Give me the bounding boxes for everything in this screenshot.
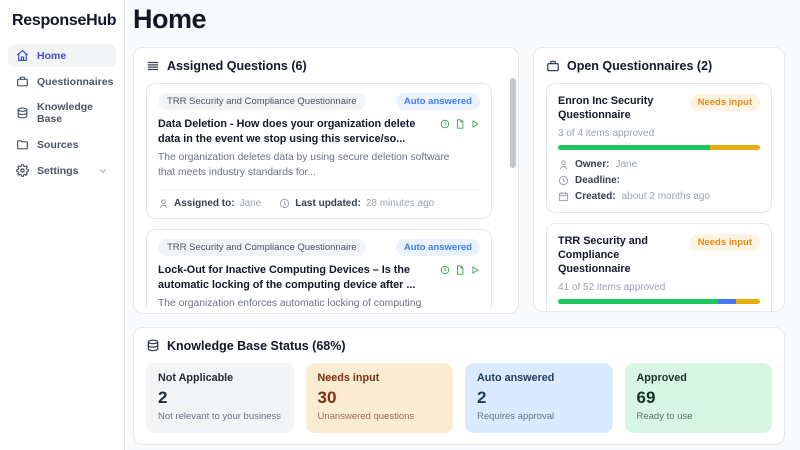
stat-desc: Ready to use [637, 411, 761, 422]
progress-text: 41 of 52 items approved [558, 282, 760, 293]
assigned-to-value: Jane [240, 198, 262, 209]
stat-label: Needs input [318, 372, 442, 384]
assigned-to-label: Assigned to: [174, 198, 235, 209]
question-title: Lock-Out for Inactive Computing Devices … [158, 263, 432, 292]
deadline-label: Deadline: [575, 175, 620, 186]
progress-bar [558, 299, 760, 304]
calendar-icon [558, 191, 569, 202]
stat-not-applicable: Not Applicable 2 Not relevant to your bu… [146, 363, 294, 433]
created-value: about 2 months ago [622, 191, 710, 202]
person-icon [558, 159, 569, 170]
stat-desc: Unanswered questions [318, 411, 442, 422]
sidebar-item-knowledge-base[interactable]: Knowledge Base [8, 96, 116, 130]
assigned-questions-list[interactable]: TRR Security and Compliance Questionnair… [146, 83, 506, 308]
status-badge: Auto answered [396, 239, 480, 256]
progress-segment [558, 145, 710, 150]
sidebar-item-label: Settings [37, 165, 78, 177]
progress-bar [558, 145, 760, 150]
stat-needs-input: Needs input 30 Unanswered questions [306, 363, 454, 433]
stat-value: 69 [637, 388, 761, 408]
home-icon [16, 49, 29, 62]
sidebar-item-label: Knowledge Base [37, 101, 108, 125]
question-card[interactable]: TRR Security and Compliance Questionnair… [146, 229, 492, 308]
questionnaire-tag: TRR Security and Compliance Questionnair… [158, 93, 366, 110]
question-title: Data Deletion - How does your organizati… [158, 117, 432, 146]
status-badge: Needs input [690, 234, 760, 251]
kb-status-card: Knowledge Base Status (68%) Not Applicab… [133, 327, 785, 445]
questionnaire-name: Enron Inc Security Questionnaire [558, 94, 684, 122]
answer-preview: The organization deletes data by using s… [158, 151, 454, 180]
owner-value: Jane [615, 159, 637, 170]
status-badge: Auto answered [396, 93, 480, 110]
assigned-questions-card: Assigned Questions (6) TRR Security and … [133, 47, 519, 314]
question-card[interactable]: TRR Security and Compliance Questionnair… [146, 83, 492, 219]
questionnaire-tag: TRR Security and Compliance Questionnair… [158, 239, 366, 256]
clock-action-icon[interactable] [440, 119, 450, 146]
sidebar-item-label: Sources [37, 139, 78, 151]
kb-status-title: Knowledge Base Status (68%) [167, 339, 346, 353]
sidebar-item-label: Home [37, 50, 66, 62]
owner-label: Owner: [575, 159, 609, 170]
gear-icon [16, 164, 29, 177]
scrollbar-thumb[interactable] [510, 78, 516, 168]
answer-preview: The organization enforces automatic lock… [158, 297, 454, 308]
progress-segment [718, 299, 736, 304]
sidebar-item-questionnaires[interactable]: Questionnaires [8, 70, 116, 93]
sidebar-item-home[interactable]: Home [8, 44, 116, 67]
stat-desc: Requires approval [477, 411, 601, 422]
clock-icon [558, 175, 569, 186]
progress-segment [710, 145, 761, 150]
scrollbar[interactable] [510, 78, 516, 303]
stat-label: Auto answered [477, 372, 601, 384]
page-title: Home [133, 4, 789, 35]
questionnaire-card[interactable]: TRR Security and Compliance Questionnair… [546, 223, 772, 312]
sidebar: ResponseHub Home Questionnaires Knowledg… [0, 0, 125, 450]
last-updated-value: 28 minutes ago [366, 198, 434, 209]
document-icon[interactable] [455, 119, 465, 146]
stat-label: Not Applicable [158, 372, 282, 384]
progress-segment [736, 299, 760, 304]
stat-label: Approved [637, 372, 761, 384]
clock-icon [279, 198, 290, 209]
status-badge: Needs input [690, 94, 760, 111]
assigned-questions-title: Assigned Questions (6) [167, 59, 307, 73]
clock-action-icon[interactable] [440, 265, 450, 292]
sidebar-item-sources[interactable]: Sources [8, 133, 116, 156]
database-icon [146, 339, 160, 353]
stat-desc: Not relevant to your business [158, 411, 282, 422]
briefcase-icon [546, 59, 560, 73]
database-icon [16, 107, 29, 120]
last-updated-label: Last updated: [295, 198, 361, 209]
stat-value: 2 [477, 388, 601, 408]
folder-icon [16, 138, 29, 151]
created-label: Created: [575, 191, 616, 202]
sidebar-item-label: Questionnaires [37, 76, 113, 88]
stat-value: 30 [318, 388, 442, 408]
sidebar-item-settings[interactable]: Settings [8, 159, 116, 182]
stat-approved: Approved 69 Ready to use [625, 363, 773, 433]
chevron-down-icon [98, 166, 108, 176]
play-icon[interactable] [470, 265, 480, 292]
open-questionnaires-title: Open Questionnaires (2) [567, 59, 712, 73]
list-icon [146, 59, 160, 73]
person-icon [158, 198, 169, 209]
play-icon[interactable] [470, 119, 480, 146]
questionnaire-name: TRR Security and Compliance Questionnair… [558, 234, 684, 276]
main-content: Home Assigned Questions (6) TRR Security… [125, 0, 800, 450]
open-questionnaires-card: Open Questionnaires (2) Enron Inc Securi… [533, 47, 785, 312]
questionnaire-card[interactable]: Enron Inc Security Questionnaire Needs i… [546, 83, 772, 213]
progress-segment [558, 299, 718, 304]
stat-auto-answered: Auto answered 2 Requires approval [465, 363, 613, 433]
briefcase-icon [16, 75, 29, 88]
document-icon[interactable] [455, 265, 465, 292]
stat-value: 2 [158, 388, 282, 408]
progress-text: 3 of 4 items approved [558, 128, 760, 139]
app-logo: ResponseHub [8, 10, 116, 44]
